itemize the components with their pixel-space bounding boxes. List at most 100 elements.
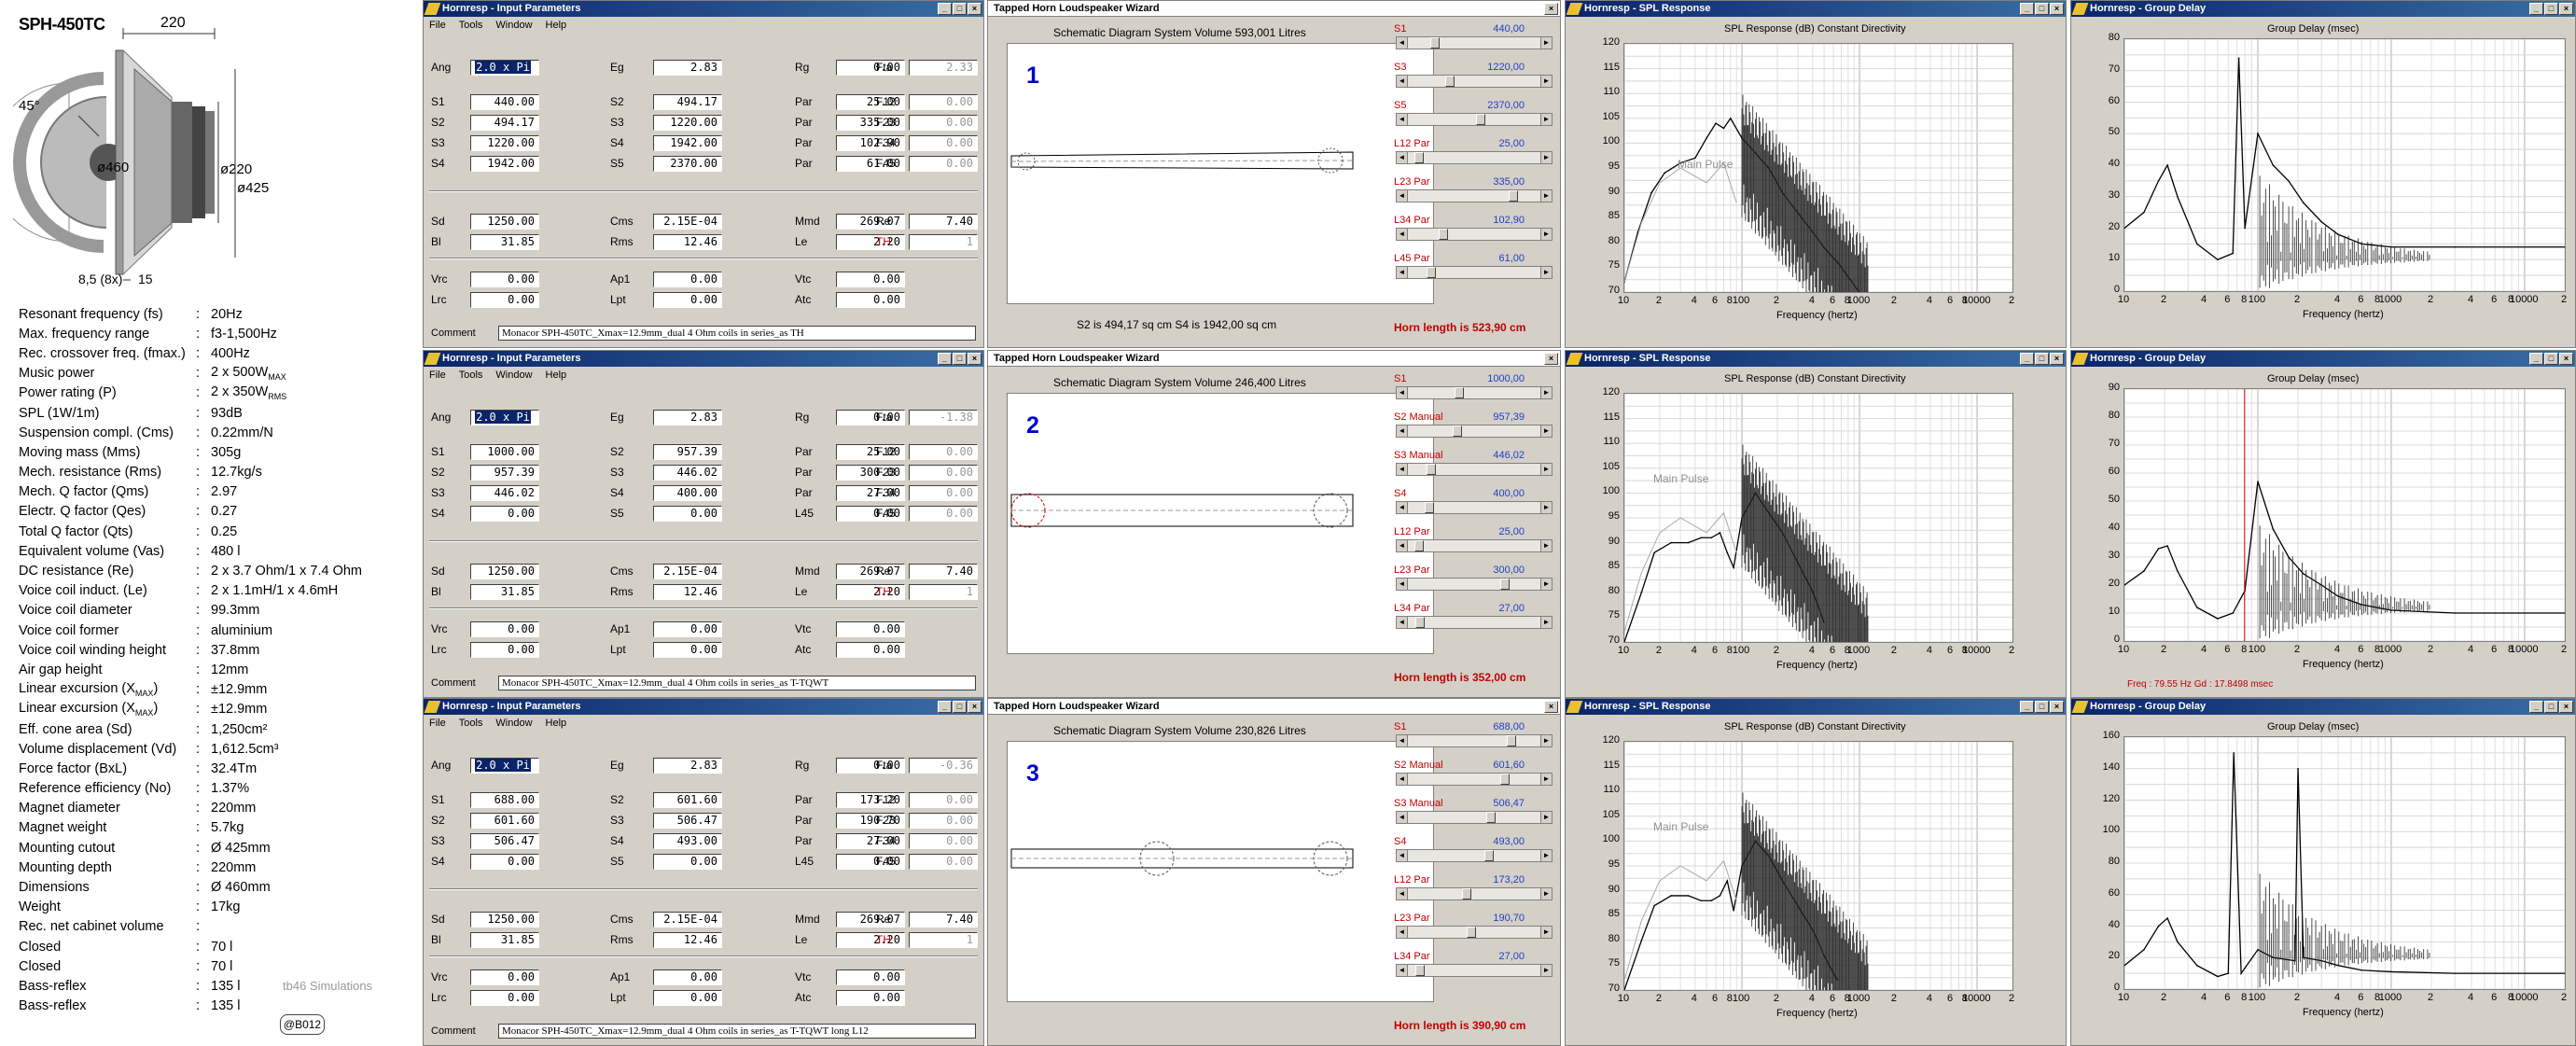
param-field-lrc[interactable]: 0.00 <box>470 990 539 1006</box>
slider-track[interactable]: ◄ ► <box>1396 773 1553 786</box>
param-field-f45[interactable]: 0.00 <box>909 156 978 172</box>
param-field-rms[interactable]: 12.46 <box>653 584 722 600</box>
slider-thumb[interactable] <box>1486 812 1497 823</box>
slider-right-arrow[interactable]: ► <box>1540 76 1552 87</box>
comment-field[interactable]: Monacor SPH-450TC_Xmax=12.9mm_dual 4 Ohm… <box>498 676 976 690</box>
menu-item-window[interactable]: Window <box>495 715 532 732</box>
slider-right-arrow[interactable]: ► <box>1540 464 1552 475</box>
param-field-atc[interactable]: 0.00 <box>836 292 905 308</box>
slider-right-arrow[interactable]: ► <box>1540 579 1552 590</box>
param-field-vrc[interactable]: 0.00 <box>470 272 539 287</box>
slider-thumb[interactable] <box>1444 76 1455 87</box>
param-field-f23[interactable]: 0.00 <box>909 115 978 131</box>
comment-field[interactable]: Monacor SPH-450TC_Xmax=12.9mm_dual 4 Ohm… <box>498 326 976 341</box>
slider-left-arrow[interactable]: ◄ <box>1397 37 1408 49</box>
param-field-le[interactable]: 2.20 <box>836 584 905 600</box>
slider-track[interactable]: ◄ ► <box>1396 386 1553 399</box>
slider-track[interactable]: ◄ ► <box>1396 151 1553 164</box>
param-field-eg[interactable]: 2.83 <box>653 60 722 76</box>
slider-track[interactable]: ◄ ► <box>1396 811 1553 824</box>
slider-thumb[interactable] <box>1475 114 1485 125</box>
param-field-vtc[interactable]: 0.00 <box>836 621 905 637</box>
param-field-s1[interactable]: 688.00 <box>470 792 539 808</box>
param-field-cms[interactable]: 2.15E-04 <box>653 214 722 230</box>
maximize-button[interactable]: □ <box>2035 353 2049 365</box>
slider-track[interactable]: ◄ ► <box>1396 887 1553 900</box>
minimize-button[interactable]: _ <box>2529 701 2543 713</box>
param-field-re[interactable]: 7.40 <box>909 564 978 579</box>
param-field-eg[interactable]: 2.83 <box>653 758 722 774</box>
param-field-vtc[interactable]: 0.00 <box>836 272 905 287</box>
close-button[interactable]: × <box>2050 353 2064 365</box>
param-field-lrc[interactable]: 0.00 <box>470 642 539 658</box>
slider-left-arrow[interactable]: ◄ <box>1397 850 1408 861</box>
slider-right-arrow[interactable]: ► <box>1540 850 1552 861</box>
param-field-f45[interactable]: 0.00 <box>909 506 978 522</box>
param-field-sd[interactable]: 1250.00 <box>470 564 539 579</box>
menu-item-tools[interactable]: Tools <box>459 367 483 384</box>
param-field-lpt[interactable]: 0.00 <box>653 990 722 1006</box>
param-field-ap1[interactable]: 0.00 <box>653 969 722 985</box>
maximize-button[interactable]: □ <box>2544 353 2558 365</box>
menu-item-help[interactable]: Help <box>546 367 567 384</box>
close-button[interactable]: × <box>2050 3 2064 15</box>
param-field-f12[interactable]: 0.00 <box>909 444 978 460</box>
menu-item-help[interactable]: Help <box>546 17 567 34</box>
param-field-re[interactable]: 7.40 <box>909 912 978 927</box>
param-field-ang[interactable]: 2.0 x Pi <box>470 758 539 774</box>
slider-left-arrow[interactable]: ◄ <box>1397 579 1408 590</box>
param-field-s2[interactable]: 957.39 <box>653 444 722 460</box>
param-field-s1[interactable]: 440.00 <box>470 94 539 110</box>
slider-left-arrow[interactable]: ◄ <box>1397 540 1408 551</box>
slider-right-arrow[interactable]: ► <box>1540 502 1552 513</box>
param-field-f45[interactable]: 0.00 <box>909 854 978 870</box>
param-field-lpt[interactable]: 0.00 <box>653 642 722 658</box>
param-field-bl[interactable]: 31.85 <box>470 932 539 948</box>
slider-track[interactable]: ◄ ► <box>1396 501 1553 514</box>
minimize-button[interactable]: _ <box>938 3 952 15</box>
param-field-ang[interactable]: 2.0 x Pi <box>470 60 539 76</box>
minimize-button[interactable]: _ <box>938 701 952 713</box>
menu-item-file[interactable]: File <box>429 17 446 34</box>
slider-track[interactable]: ◄ ► <box>1396 266 1553 279</box>
close-button[interactable]: × <box>968 701 982 713</box>
param-field-s2[interactable]: 601.60 <box>470 813 539 829</box>
param-field-le[interactable]: 2.20 <box>836 234 905 250</box>
close-button[interactable]: × <box>2050 701 2064 713</box>
slider-right-arrow[interactable]: ► <box>1540 114 1552 125</box>
param-field-s3[interactable]: 446.02 <box>470 485 539 501</box>
close-button[interactable]: × <box>968 3 982 15</box>
param-field-rg[interactable]: 0.00 <box>836 758 905 774</box>
slider-left-arrow[interactable]: ◄ <box>1397 152 1408 163</box>
param-field-atc[interactable]: 0.00 <box>836 642 905 658</box>
slider-track[interactable]: ◄ ► <box>1396 964 1553 977</box>
slider-left-arrow[interactable]: ◄ <box>1397 812 1408 823</box>
param-field-f34[interactable]: 0.00 <box>909 833 978 849</box>
close-button[interactable]: × <box>2559 701 2573 713</box>
slider-thumb[interactable] <box>1462 888 1472 900</box>
param-field-s2[interactable]: 494.17 <box>653 94 722 110</box>
param-field-f34[interactable]: 0.00 <box>909 485 978 501</box>
minimize-button[interactable]: _ <box>2020 353 2034 365</box>
slider-right-arrow[interactable]: ► <box>1540 540 1552 551</box>
param-field-fta[interactable]: -1.38 <box>909 410 978 425</box>
slider-right-arrow[interactable]: ► <box>1540 774 1552 785</box>
close-button[interactable]: × <box>968 353 982 365</box>
slider-track[interactable]: ◄ ► <box>1396 463 1553 476</box>
maximize-button[interactable]: □ <box>2544 701 2558 713</box>
minimize-button[interactable]: _ <box>2020 3 2034 15</box>
param-field-rms[interactable]: 12.46 <box>653 932 722 948</box>
param-field-s3[interactable]: 1220.00 <box>470 135 539 151</box>
param-field-fta[interactable]: -0.36 <box>909 758 978 774</box>
slider-track[interactable]: ◄ ► <box>1396 113 1553 126</box>
param-field-s3[interactable]: 446.02 <box>653 465 722 481</box>
maximize-button[interactable]: □ <box>953 3 967 15</box>
slider-left-arrow[interactable]: ◄ <box>1397 464 1408 475</box>
slider-right-arrow[interactable]: ► <box>1540 229 1552 240</box>
slider-left-arrow[interactable]: ◄ <box>1397 617 1408 628</box>
param-field-s5[interactable]: 0.00 <box>653 854 722 870</box>
slider-track[interactable]: ◄ ► <box>1396 734 1553 747</box>
slider-left-arrow[interactable]: ◄ <box>1397 965 1408 976</box>
param-field-bl[interactable]: 31.85 <box>470 234 539 250</box>
slider-left-arrow[interactable]: ◄ <box>1397 229 1408 240</box>
